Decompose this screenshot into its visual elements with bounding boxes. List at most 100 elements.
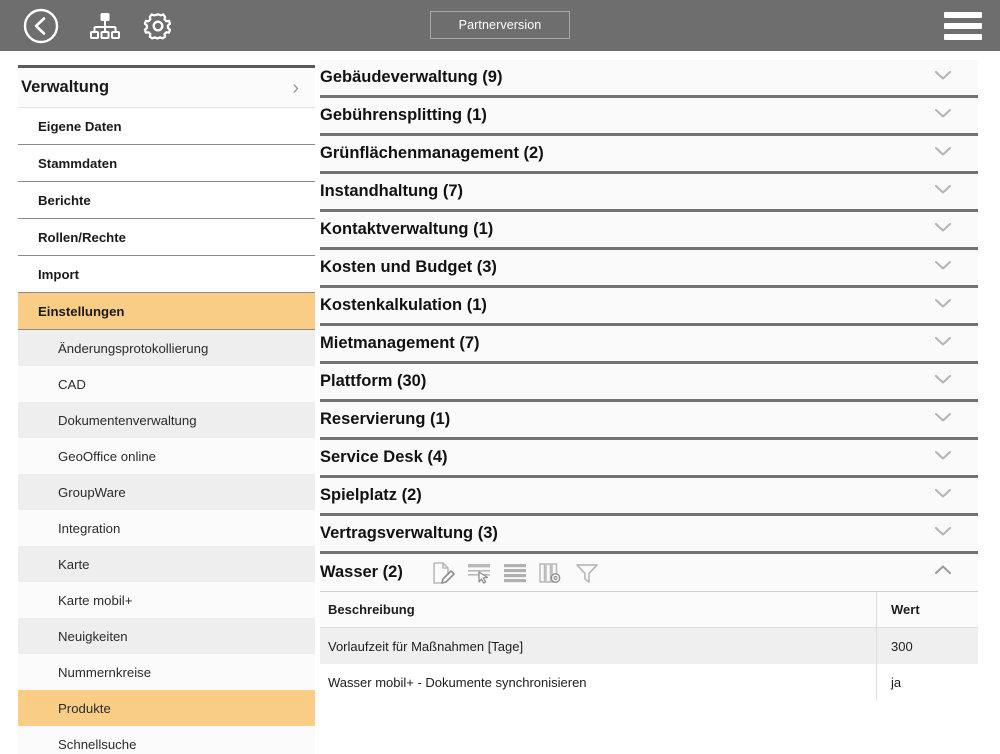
table-rows-icon[interactable] [501,560,529,586]
sidebar-item-label: Einstellungen [38,303,125,319]
sidebar-item-rollen-rechte[interactable]: Rollen/Rechte [18,219,315,256]
sidebar-item-berichte[interactable]: Berichte [18,182,315,219]
accordion-section-label: Instandhaltung (7) [320,182,463,200]
accordion-section-label: Kostenkalkulation (1) [320,296,487,314]
sidebar-item-label: CAD [58,376,86,392]
chevron-down-icon[interactable] [930,296,956,315]
accordion-section-label: Gebührensplitting (1) [320,106,487,124]
back-circle-arrow-icon[interactable] [22,7,60,45]
column-settings-icon[interactable] [537,560,565,586]
accordion-section-label: Plattform (30) [320,372,427,390]
sidebar-item-groupware[interactable]: GroupWare [18,474,315,510]
accordion-section-service-desk[interactable]: Service Desk (4) [320,440,978,478]
chevron-down-icon[interactable] [930,182,956,201]
sidebar-item-label: Schnellsuche [58,736,137,752]
sidebar-item-geooffice-online[interactable]: GeoOffice online [18,438,315,474]
sidebar-item-list: Eigene Daten Stammdaten Berichte Rollen/Rec… [18,108,315,754]
chevron-up-icon[interactable] [930,563,956,582]
table-cell-wert: 300 [876,628,978,664]
accordion-section-gebuhrensplitting[interactable]: Gebührensplitting (1) [320,98,978,136]
partnerversion-button[interactable]: Partnerversion [430,11,570,39]
accordion-list: Gebäudeverwaltung (9) Gebührensplitting (… [320,60,978,700]
sidebar-item-label: Stammdaten [38,155,118,171]
chevron-down-icon[interactable] [930,106,956,125]
accordion-section-kosten-und-budget[interactable]: Kosten und Budget (3) [320,250,978,288]
accordion-section-label: Kontaktverwaltung (1) [320,220,494,238]
sidebar-item-karte[interactable]: Karte [18,546,315,582]
main-accordion-panel: Gebäudeverwaltung (9) Gebührensplitting (… [320,60,978,754]
accordion-section-kostenkalkulation[interactable]: Kostenkalkulation (1) [320,288,978,326]
partnerversion-label: Partnerversion [458,18,542,32]
hamburger-bar-1 [944,12,982,18]
accordion-section-plattform[interactable]: Plattform (30) [320,364,978,402]
table-cell-wert: ja [876,664,978,700]
accordion-section-kontaktverwaltung[interactable]: Kontaktverwaltung (1) [320,212,978,250]
sidebar-item-cad[interactable]: CAD [18,366,315,402]
filter-funnel-icon[interactable] [573,560,601,586]
sidebar-item-label: Dokumentenverwaltung [58,412,197,428]
accordion-section-reservierung[interactable]: Reservierung (1) [320,402,978,440]
accordion-section-vertragsverwaltung[interactable]: Vertragsverwaltung (3) [320,516,978,554]
sidebar-item-label: Integration [58,520,121,536]
chevron-down-icon[interactable] [930,144,956,163]
sidebar-item-label: Rollen/Rechte [38,229,126,245]
accordion-section-label: Grünflächenmanagement (2) [320,144,544,162]
accordion-section-label: Spielplatz (2) [320,486,422,504]
accordion-section-label: Service Desk (4) [320,448,448,466]
hamburger-menu-icon[interactable] [944,12,982,40]
table-cell-beschreibung: Vorlaufzeit für Maßnahmen [Tage] [328,638,524,654]
chevron-down-icon[interactable] [930,220,956,239]
chevron-down-icon[interactable] [930,486,956,505]
sitemap-icon[interactable] [88,9,122,43]
sidebar-item-label: Nummernkreise [58,664,152,680]
accordion-section-grunflachenmanagement[interactable]: Grünflächenmanagement (2) [320,136,978,174]
accordion-section-label: Gebäudeverwaltung (9) [320,68,503,86]
chevron-down-icon[interactable] [930,410,956,429]
accordion-section-instandhaltung[interactable]: Instandhaltung (7) [320,174,978,212]
sidebar-item-import[interactable]: Import [18,256,315,293]
sidebar-item-dokumentenverwaltung[interactable]: Dokumentenverwaltung [18,402,315,438]
table-row[interactable]: Vorlaufzeit für Maßnahmen [Tage] 300 [320,628,978,664]
sidebar-item-label: Eigene Daten [38,118,122,134]
sidebar-item-schnellsuche[interactable]: Schnellsuche [18,726,315,754]
chevron-down-icon[interactable] [930,68,956,87]
sidebar-item-stammdaten[interactable]: Stammdaten [18,145,315,182]
sidebar-item-label: GeoOffice online [58,448,156,464]
sidebar-header-verwaltung[interactable]: Verwaltung › [18,68,315,108]
sidebar-item-label: GroupWare [58,484,126,500]
accordion-section-gebaudeverwaltung[interactable]: Gebäudeverwaltung (9) [320,60,978,98]
settings-table: Beschreibung Wert Vorlaufzeit für Maßnahme… [320,591,978,700]
section-toolbar [429,560,601,586]
table-row[interactable]: Wasser mobil+ - Dokumente synchronisiere… [320,664,978,700]
sidebar-item-integration[interactable]: Integration [18,510,315,546]
table-column-header[interactable]: Wert [876,591,978,628]
sidebar-item-eigene-daten[interactable]: Eigene Daten [18,108,315,145]
sidebar-item-anderungsprotokollierung[interactable]: Änderungsprotokollierung [18,330,315,366]
accordion-section-spielplatz[interactable]: Spielplatz (2) [320,478,978,516]
sidebar-item-produkte[interactable]: Produkte [18,690,315,726]
sidebar-item-nummernkreise[interactable]: Nummernkreise [18,654,315,690]
accordion-section-label: Wasser (2) [320,563,403,581]
table-cell-beschreibung: Wasser mobil+ - Dokumente synchronisiere… [328,674,587,690]
sidebar: Verwaltung › Eigene Daten Stammdaten Beric… [18,65,315,754]
chevron-down-icon[interactable] [930,448,956,467]
accordion-section-label: Reservierung (1) [320,410,451,428]
table-column-header[interactable]: Beschreibung [320,602,876,617]
accordion-section-mietmanagement[interactable]: Mietmanagement (7) [320,326,978,364]
sidebar-item-label: Karte mobil+ [58,592,133,608]
select-row-icon[interactable] [465,560,493,586]
sidebar-item-label: Produkte [58,700,111,716]
chevron-down-icon[interactable] [930,334,956,353]
sidebar-item-neuigkeiten[interactable]: Neuigkeiten [18,618,315,654]
sidebar-item-karte-mobil[interactable]: Karte mobil+ [18,582,315,618]
accordion-section-wasser[interactable]: Wasser (2) [320,554,978,592]
hamburger-bar-3 [944,34,982,40]
sidebar-item-label: Import [38,266,80,282]
chevron-down-icon[interactable] [930,372,956,391]
chevron-down-icon[interactable] [930,524,956,543]
chevron-down-icon[interactable] [930,258,956,277]
chevron-right-icon: › [292,76,299,99]
gear-icon[interactable] [142,10,174,42]
sidebar-item-einstellungen[interactable]: Einstellungen [18,293,315,330]
edit-document-icon[interactable] [429,560,457,586]
